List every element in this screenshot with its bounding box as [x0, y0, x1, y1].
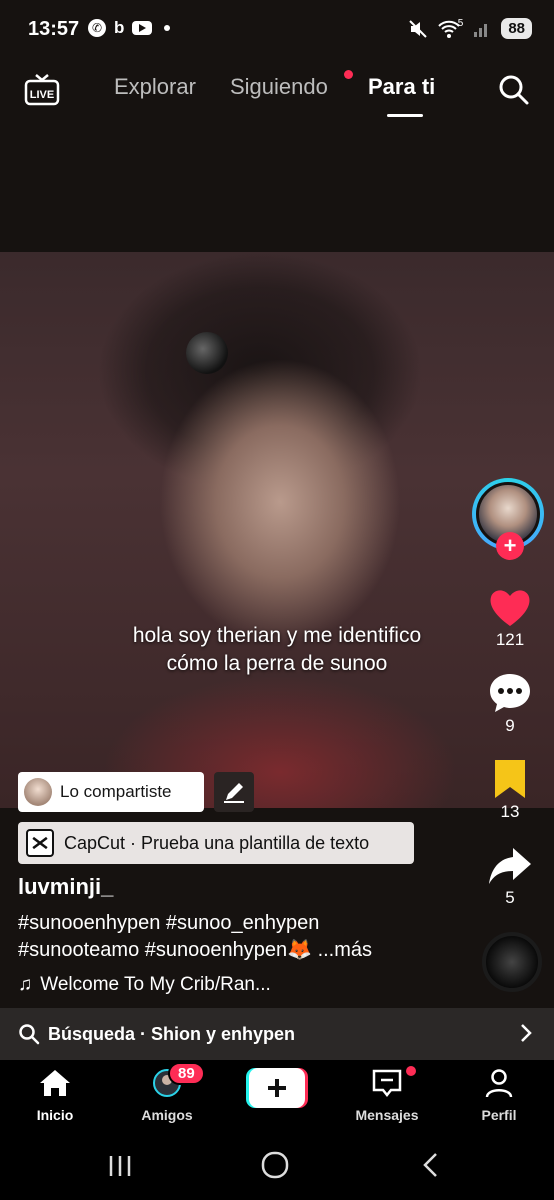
- comment-count: 9: [505, 716, 515, 735]
- like-icon[interactable]: [487, 584, 533, 630]
- pencil-icon: [224, 783, 244, 803]
- music-title: Welcome To My Crib/Ran...: [40, 974, 271, 995]
- nav-inicio[interactable]: Inicio: [10, 1068, 100, 1123]
- caption-line-1: hola soy therian y me identifico: [132, 624, 422, 647]
- chevron-right-icon: [521, 1024, 532, 1042]
- b-app-icon: b: [114, 18, 125, 37]
- comment-icon[interactable]: [487, 670, 533, 716]
- shared-avatar: [24, 778, 52, 806]
- top-nav: LIVE Explorar Siguiendo Para ti: [0, 62, 554, 122]
- capcut-logo-icon: [26, 829, 54, 857]
- notification-icons: ✆ b: [88, 18, 171, 38]
- tab-siguiendo[interactable]: Siguiendo: [230, 74, 328, 100]
- nav-mensajes[interactable]: Mensajes: [342, 1068, 432, 1123]
- inbox-icon: [372, 1069, 402, 1098]
- home-nav-icon[interactable]: [260, 1150, 290, 1180]
- search-suggestion-bar[interactable]: Búsqueda · Shion y enhypen: [0, 1008, 554, 1060]
- search-icon[interactable]: [496, 72, 530, 106]
- nav-label-perfil: Perfil: [481, 1107, 517, 1123]
- friends-badge: 89: [168, 1062, 205, 1085]
- nav-perfil[interactable]: Perfil: [454, 1068, 544, 1123]
- video-caption: hola soy therian y me identifico cómo la…: [0, 622, 554, 678]
- wifi-icon: [438, 20, 460, 38]
- battery-indicator: 88: [501, 18, 532, 39]
- capcut-template-banner[interactable]: CapCut · Prueba una plantilla de texto: [18, 822, 414, 864]
- caption-line-2: cómo la perra de sunoo: [166, 652, 388, 675]
- nav-label-amigos: Amigos: [141, 1107, 193, 1123]
- live-label: LIVE: [30, 89, 54, 101]
- edit-button[interactable]: [214, 772, 254, 812]
- search-small-icon: [19, 1024, 40, 1045]
- music-info[interactable]: ♫ Welcome To My Crib/Ran...: [18, 974, 271, 996]
- profile-icon: [485, 1069, 513, 1098]
- siguiendo-notification-dot: [344, 70, 353, 79]
- status-time: 13:57: [28, 18, 80, 40]
- description-line-1: #sunooenhypen #sunoo_enhypen: [18, 912, 320, 934]
- back-nav-icon[interactable]: [418, 1150, 444, 1180]
- capcut-label: CapCut · Prueba una plantilla de texto: [64, 832, 370, 853]
- create-button[interactable]: [246, 1068, 308, 1108]
- shared-label: Lo compartiste: [60, 782, 172, 801]
- description-line-2: #sunooteamo #sunooenhypen🦊 ...más: [18, 939, 373, 961]
- signal-icon: [474, 23, 488, 37]
- video-player[interactable]: [0, 252, 554, 808]
- like-count: 121: [495, 630, 525, 649]
- music-note-icon: ♫: [18, 974, 33, 995]
- music-disc[interactable]: [482, 932, 542, 992]
- status-right: 5 88: [408, 18, 532, 39]
- microphone-image: [186, 332, 228, 374]
- messages-dot: [406, 1066, 416, 1076]
- follow-button[interactable]: +: [496, 532, 524, 560]
- live-icon[interactable]: LIVE: [24, 72, 60, 106]
- tab-para-ti[interactable]: Para ti: [368, 74, 435, 100]
- share-count: 5: [505, 888, 515, 907]
- active-tab-indicator: [387, 114, 423, 117]
- nav-label-inicio: Inicio: [36, 1107, 74, 1123]
- nav-label-mensajes: Mensajes: [355, 1107, 419, 1123]
- post-description[interactable]: #sunooenhypen #sunoo_enhypen #sunooteamo…: [18, 910, 458, 964]
- more-notifications-icon: [164, 25, 171, 31]
- share-icon[interactable]: [487, 842, 533, 888]
- post-username[interactable]: luvminji_: [18, 874, 113, 900]
- youtube-icon: [132, 21, 153, 35]
- whatsapp-icon: ✆: [88, 19, 106, 37]
- shared-indicator[interactable]: Lo compartiste: [18, 772, 204, 812]
- bookmark-icon[interactable]: [487, 756, 533, 802]
- system-nav-bar: [0, 1132, 554, 1200]
- network-type: 5: [457, 18, 464, 29]
- recent-apps-icon[interactable]: [106, 1152, 134, 1180]
- home-icon: [40, 1070, 70, 1096]
- mute-icon: [409, 19, 427, 38]
- tab-explorar[interactable]: Explorar: [114, 74, 196, 100]
- bookmark-count: 13: [500, 802, 520, 821]
- search-suggestion-label: Búsqueda · Shion y enhypen: [48, 1023, 296, 1044]
- status-bar: 13:57 ✆ b 5 88: [0, 0, 554, 60]
